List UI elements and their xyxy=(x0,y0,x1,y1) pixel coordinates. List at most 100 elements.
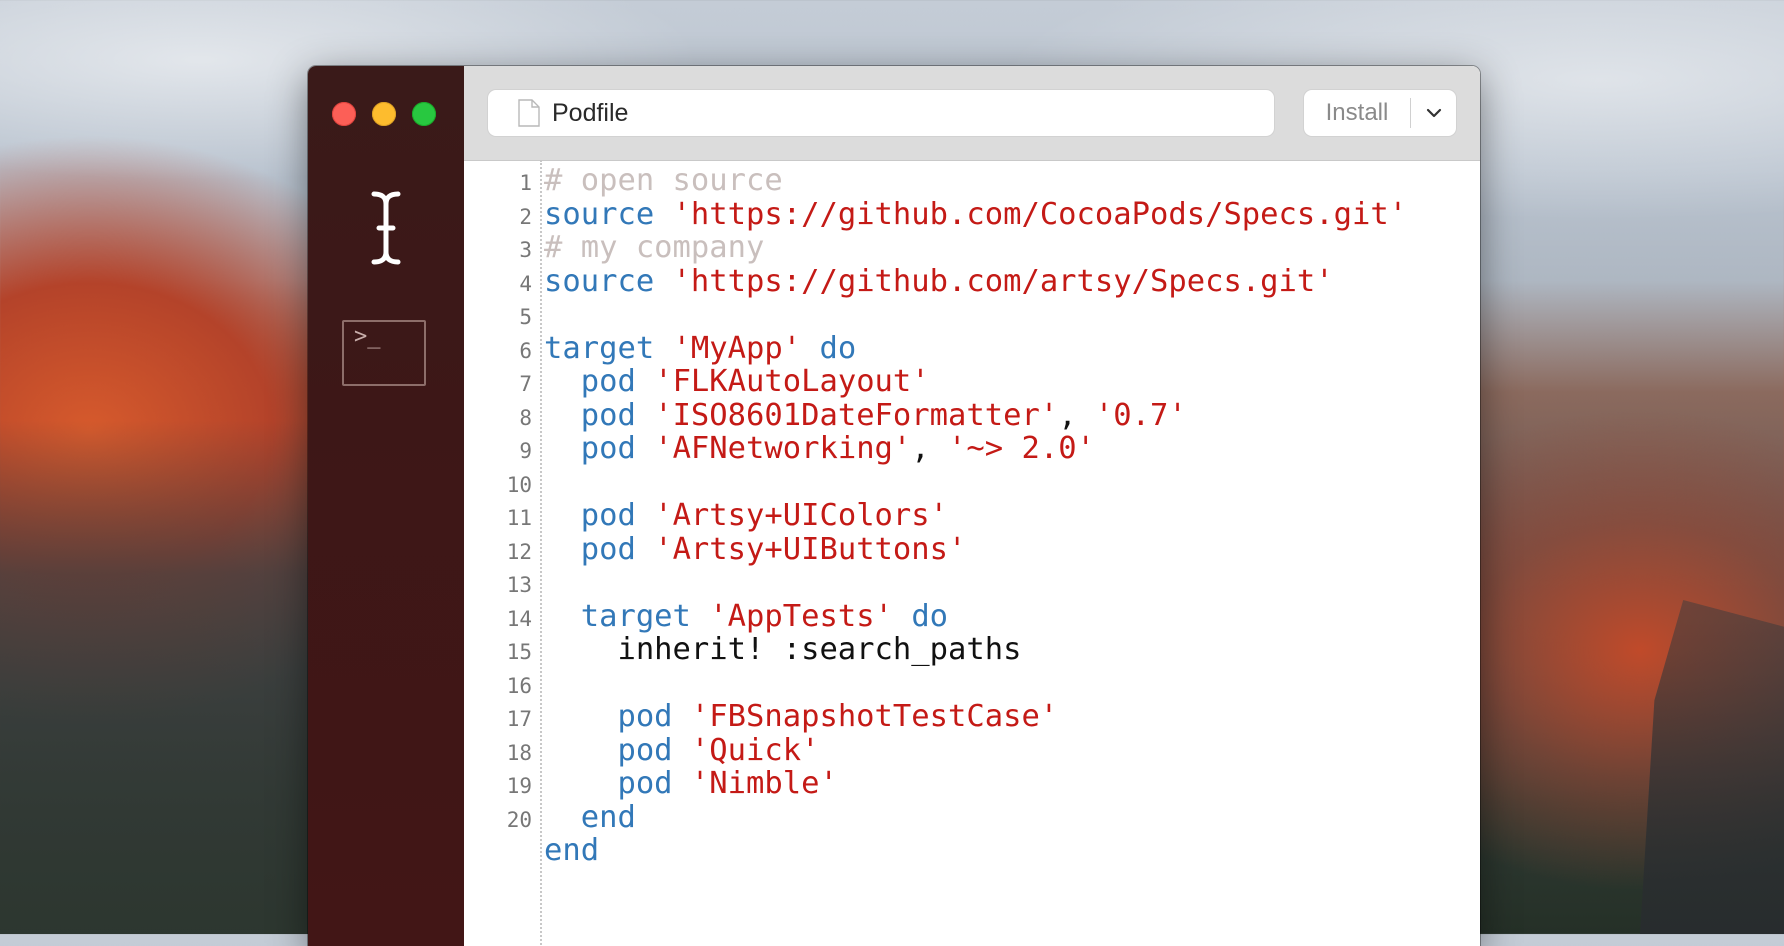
minimize-window-button[interactable] xyxy=(372,102,396,126)
code-text: inherit! :search_paths xyxy=(544,631,1021,669)
code-text: pod 'ISO8601DateFormatter', '0.7' xyxy=(544,397,1187,435)
code-text: target 'AppTests' do xyxy=(544,598,948,636)
code-line[interactable]: 7 pod 'FLKAutoLayout' xyxy=(464,363,1480,401)
code-token: end xyxy=(580,799,636,835)
code-text: end xyxy=(544,832,599,870)
code-token: 'Artsy+UIColors' xyxy=(654,498,949,533)
code-text: # my company xyxy=(544,229,764,267)
code-line[interactable]: 15 inherit! :search_paths xyxy=(464,631,1480,669)
code-line[interactable]: 8 pod 'ISO8601DateFormatter', '0.7' xyxy=(464,397,1480,435)
code-token: 'FLKAutoLayout' xyxy=(654,364,930,399)
code-line[interactable]: 5 xyxy=(464,296,1480,334)
code-line[interactable]: 13 xyxy=(464,564,1480,602)
toolbar: Podfile Install xyxy=(464,66,1480,161)
code-line[interactable]: 19 pod 'Nimble' xyxy=(464,765,1480,803)
code-token: end xyxy=(544,833,600,868)
code-text: target 'MyApp' do xyxy=(544,330,856,368)
code-line[interactable]: 2 source 'https://github.com/CocoaPods/Sp… xyxy=(464,196,1480,234)
text-cursor-icon[interactable] xyxy=(368,190,404,266)
code-token: , xyxy=(911,431,949,466)
code-token: # open source xyxy=(544,163,783,198)
code-token: '0.7' xyxy=(1094,397,1187,433)
code-text: # open source xyxy=(544,162,783,200)
code-text: pod 'FLKAutoLayout' xyxy=(544,363,930,401)
file-name: Podfile xyxy=(552,98,629,127)
code-token: # my company xyxy=(544,230,765,265)
code-token: 'AppTests' xyxy=(709,598,893,634)
code-line[interactable]: 3 # my company xyxy=(464,229,1480,267)
close-window-button[interactable] xyxy=(332,102,356,126)
code-line[interactable]: 1 # open source xyxy=(464,162,1480,200)
code-token: source xyxy=(544,263,655,299)
code-token: pod xyxy=(617,766,673,801)
install-button[interactable]: Install xyxy=(1304,99,1410,127)
code-line[interactable]: 6 target 'MyApp' do xyxy=(464,330,1480,368)
code-token: 'Quick' xyxy=(690,732,820,768)
code-token: pod xyxy=(580,397,636,433)
code-line[interactable]: 9 pod 'AFNetworking', '~> 2.0' xyxy=(464,430,1480,468)
file-title-field[interactable]: Podfile xyxy=(488,90,1274,136)
code-line[interactable]: 20 end xyxy=(464,799,1480,837)
code-line[interactable]: 10 xyxy=(464,464,1480,502)
install-options-chevron-down-icon[interactable] xyxy=(1411,108,1456,118)
code-text: pod 'Nimble' xyxy=(544,765,837,803)
code-text: pod 'Quick' xyxy=(544,732,819,770)
code-line[interactable]: 17 pod 'FBSnapshotTestCase' xyxy=(464,698,1480,736)
code-token: pod xyxy=(580,364,636,399)
code-token: target xyxy=(580,598,691,634)
code-text: pod 'Artsy+UIColors' xyxy=(544,497,948,535)
code-line[interactable]: 18 pod 'Quick' xyxy=(464,732,1480,770)
code-editor[interactable]: 1 # open source 2 source 'https://github.co… xyxy=(464,160,1480,946)
code-text: end xyxy=(544,799,636,837)
code-line[interactable]: 14 target 'AppTests' do xyxy=(464,598,1480,636)
code-text: pod 'Artsy+UIButtons' xyxy=(544,531,967,569)
editor-pane: Podfile Install 1 # open source 2 source 'h… xyxy=(464,66,1480,946)
code-text: pod 'AFNetworking', '~> 2.0' xyxy=(544,430,1095,468)
sidebar: >_ xyxy=(308,66,464,946)
desktop-background-peak xyxy=(1640,600,1784,934)
document-icon xyxy=(518,99,540,127)
code-token: do xyxy=(911,598,949,634)
maximize-window-button[interactable] xyxy=(412,102,436,126)
code-token: pod xyxy=(617,732,673,768)
code-token: , xyxy=(1058,397,1095,433)
code-token: source xyxy=(544,196,655,232)
code-line[interactable]: 4 source 'https://github.com/artsy/Specs.… xyxy=(464,263,1480,301)
code-token: '~> 2.0' xyxy=(948,431,1095,466)
code-line[interactable]: 16 xyxy=(464,665,1480,703)
code-text: pod 'FBSnapshotTestCase' xyxy=(544,698,1058,736)
code-line[interactable]: 11 pod 'Artsy+UIColors' xyxy=(464,497,1480,535)
code-line[interactable]: end xyxy=(464,832,1480,870)
code-text: source 'https://github.com/CocoaPods/Spe… xyxy=(544,196,1407,234)
code-line[interactable]: 12 pod 'Artsy+UIButtons' xyxy=(464,531,1480,569)
terminal-icon[interactable]: >_ xyxy=(342,320,426,386)
app-window: >_ Podfile Install 1 # open source 2 sou… xyxy=(308,66,1480,946)
code-token: 'AFNetworking' xyxy=(654,431,912,466)
code-token: pod xyxy=(580,498,636,533)
code-token: 'ISO8601DateFormatter' xyxy=(654,397,1059,433)
install-split-button[interactable]: Install xyxy=(1304,90,1456,136)
code-token: pod xyxy=(580,431,636,466)
code-token: pod xyxy=(617,699,673,734)
code-token: 'FBSnapshotTestCase' xyxy=(690,699,1059,734)
code-token: inherit! :search_paths xyxy=(544,632,1022,667)
